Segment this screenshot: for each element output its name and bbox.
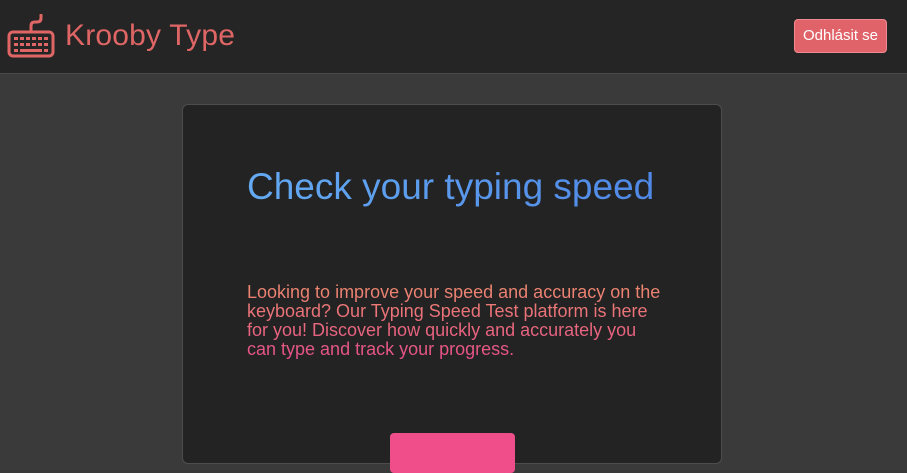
hero-description: Looking to improve your speed and accura… (247, 283, 667, 359)
keyboard-icon (7, 14, 55, 58)
hero-card: Check your typing speed Looking to impro… (182, 104, 722, 473)
brand-link[interactable]: Krooby Type (7, 12, 235, 60)
navbar: Krooby Type Odhlásit se (0, 0, 907, 74)
page-title: Check your typing speed (247, 163, 654, 211)
brand-name: Krooby Type (65, 19, 236, 52)
start-test-button[interactable] (390, 433, 515, 473)
logout-button[interactable]: Odhlásit se (794, 19, 887, 53)
